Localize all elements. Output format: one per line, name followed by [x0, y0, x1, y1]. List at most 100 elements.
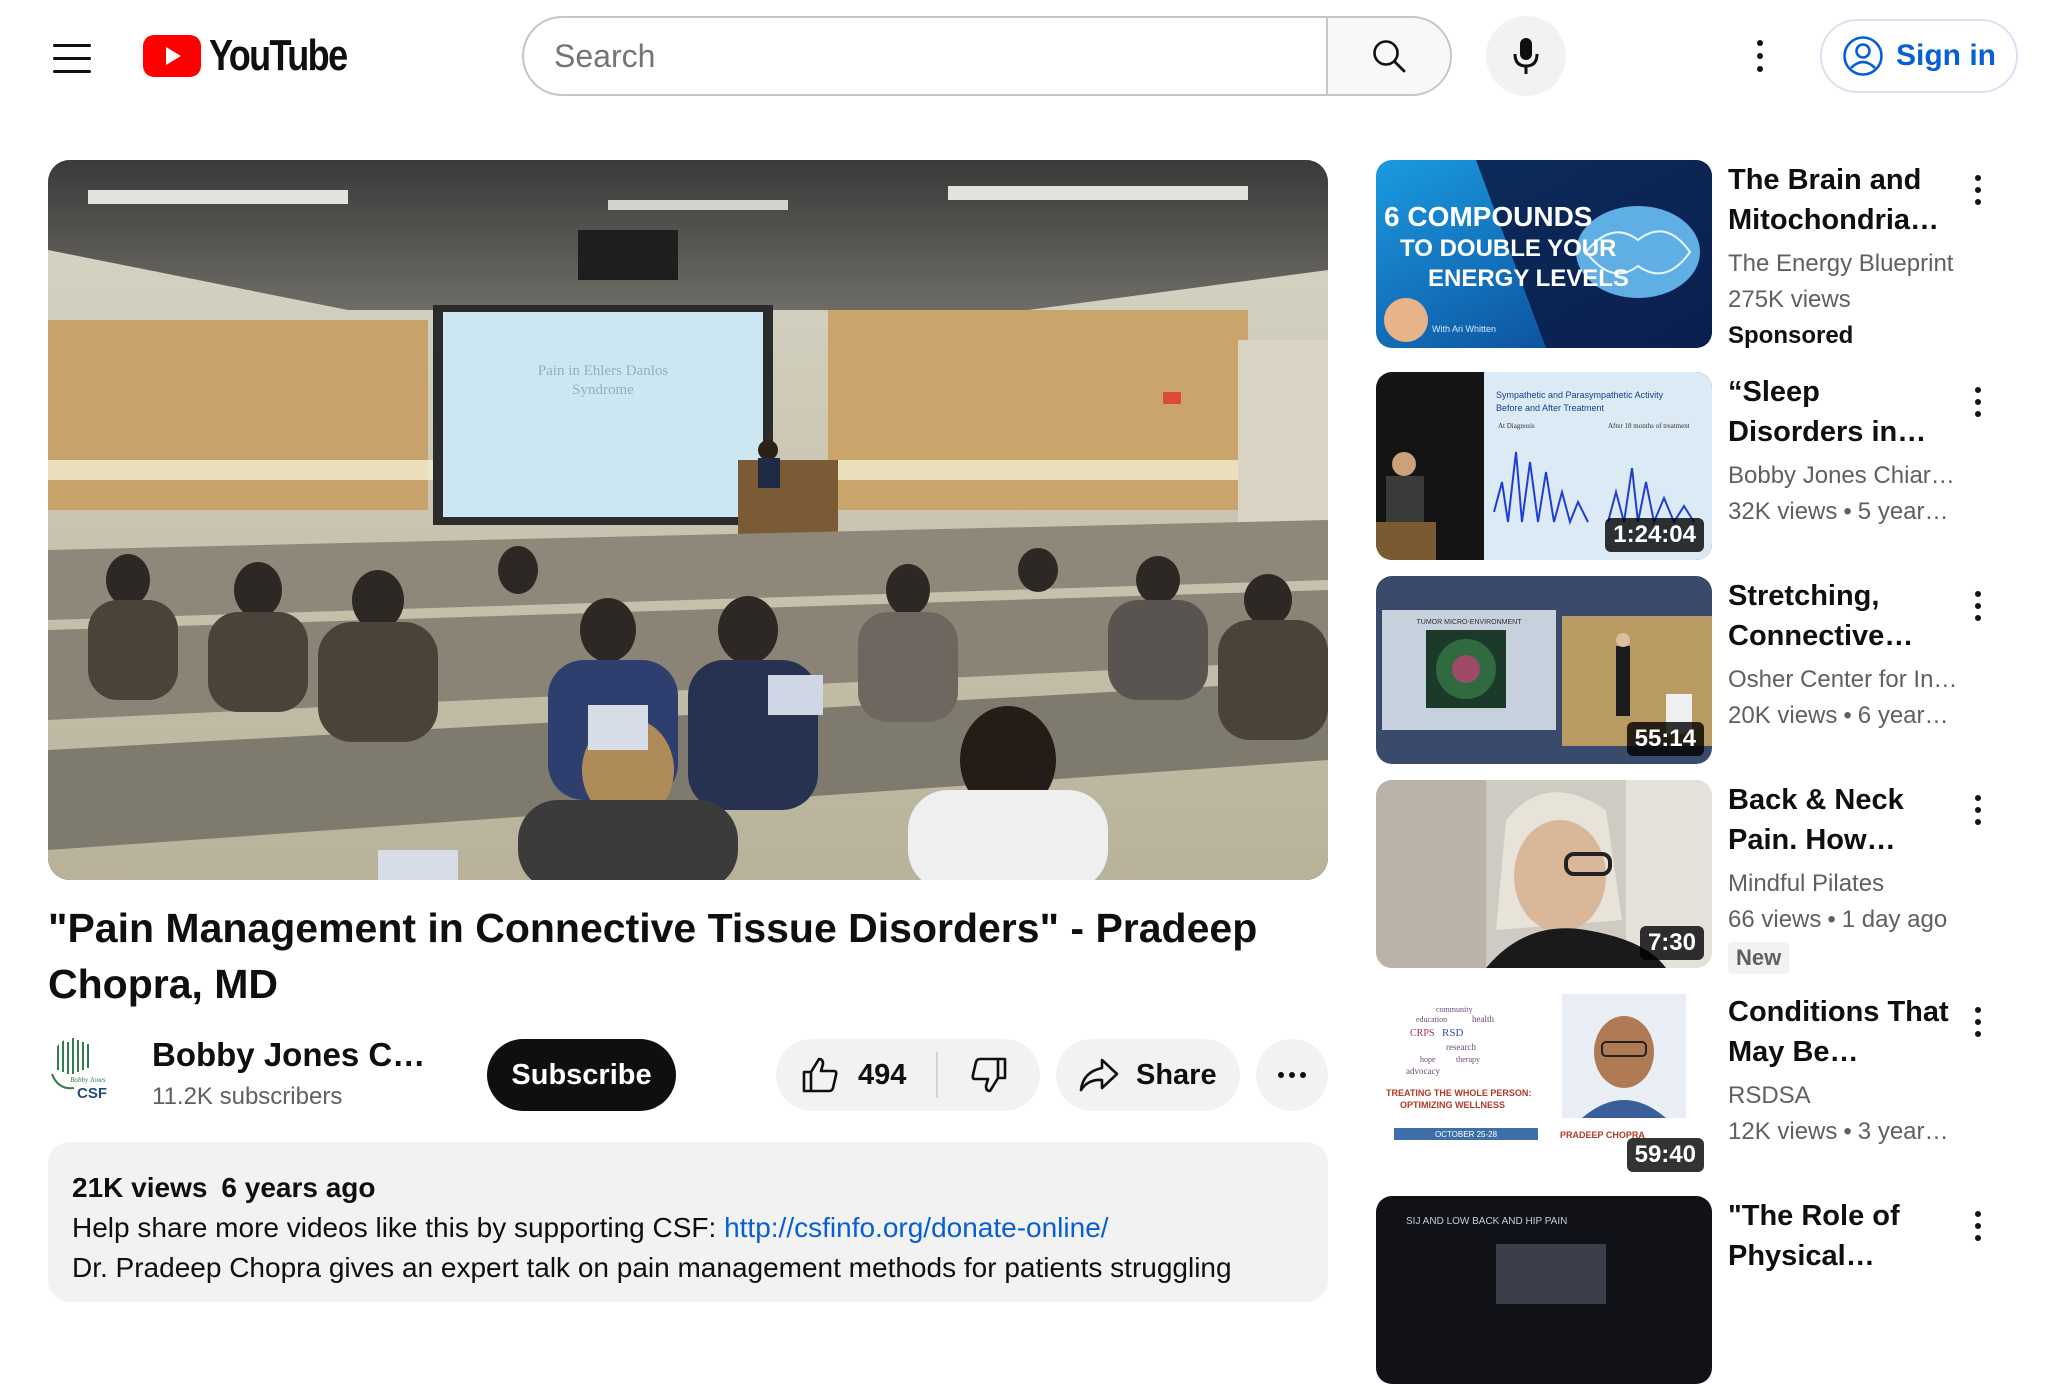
sign-in-label: Sign in — [1896, 39, 1996, 72]
thumbs-up-icon — [802, 1057, 838, 1093]
menu-button[interactable] — [44, 30, 100, 86]
donate-link[interactable]: http://csfinfo.org/donate-online/ — [724, 1212, 1108, 1243]
video-thumbnail[interactable]: 6 COMPOUNDS TO DOUBLE YOUR ENERGY LEVELS… — [1376, 160, 1712, 348]
svg-text:research: research — [1446, 1042, 1476, 1052]
video-title: Stretching, Connective Tissue, and Cance… — [1728, 580, 1885, 652]
thumb-line3: OCTOBER 25-28 — [1435, 1130, 1498, 1139]
video-thumbnail[interactable]: 7:30 — [1376, 780, 1712, 968]
voice-search-button[interactable] — [1486, 16, 1566, 96]
separator-dot: • — [1827, 906, 1836, 933]
dot — [1289, 1072, 1295, 1078]
avatar-text-line2: CSF — [77, 1085, 107, 1102]
account-circle-icon — [1843, 36, 1883, 76]
upload-age: 6 years ago — [221, 1172, 376, 1203]
video-stats: 12K views•3 years ago — [1728, 1114, 1958, 1150]
video-options-button[interactable] — [1966, 786, 1990, 834]
thumb-small: With Ari Whitten — [1432, 324, 1496, 334]
dot — [1278, 1072, 1284, 1078]
dot — [1975, 187, 1981, 193]
upload-age: 5 years ago — [1857, 498, 1958, 525]
video-options-button[interactable] — [1966, 378, 1990, 426]
description-text: Help share more videos like this by supp… — [72, 1212, 725, 1243]
sign-in-button[interactable]: Sign in — [1820, 19, 2018, 93]
search-bar — [522, 16, 1452, 96]
thumb-line1: TUMOR MICRO-ENVIRONMENT — [1417, 619, 1523, 626]
video-thumbnail[interactable]: Sympathetic and Parasympathetic Activity… — [1376, 372, 1712, 560]
svg-text:hope: hope — [1420, 1055, 1436, 1064]
video-stats: 66 views • 1 day ago — [1728, 902, 1958, 938]
youtube-play-icon — [143, 35, 201, 77]
search-box — [522, 16, 1327, 96]
video-thumbnail[interactable]: TUMOR MICRO-ENVIRONMENT 55:14 — [1376, 576, 1712, 764]
slide-text-line2: Syndrome — [572, 382, 634, 398]
related-video-item[interactable]: TUMOR MICRO-ENVIRONMENT 55:14 Stretching… — [1376, 576, 2016, 764]
dot — [1975, 199, 1981, 205]
view-count: 12K views — [1728, 1118, 1838, 1145]
share-icon — [1079, 1058, 1119, 1092]
video-title: "Pain Management in Connective Tissue Di… — [48, 905, 1258, 1007]
svg-text:health: health — [1472, 1014, 1494, 1024]
dot — [1975, 387, 1981, 393]
sponsored-label: Sponsored — [1728, 322, 1854, 349]
youtube-logo[interactable]: YouTube — [143, 34, 377, 78]
related-video-item[interactable]: 6 COMPOUNDS TO DOUBLE YOUR ENERGY LEVELS… — [1376, 160, 2016, 349]
video-info: Back & Neck Pain. How Rolling Down Helps… — [1728, 780, 1958, 974]
video-title: “Sleep Disorders in Ehlers-Danlos Syndro… — [1728, 376, 1898, 448]
share-label: Share — [1136, 1058, 1217, 1091]
video-options-button[interactable] — [1966, 1202, 1990, 1250]
csf-logo: Bobby Jones CSF — [51, 1038, 107, 1102]
description-box[interactable]: 21K views 6 years ago Help share more vid… — [48, 1142, 1328, 1302]
view-count: 32K views — [1728, 498, 1838, 525]
subscribe-button[interactable]: Subscribe — [487, 1039, 676, 1111]
thumb-line2: Before and After Treatment — [1496, 403, 1605, 413]
view-count: 21K views — [72, 1172, 208, 1203]
channel-name: Osher Center for Integrative Health — [1728, 666, 1958, 693]
svg-text:community: community — [1436, 1005, 1472, 1014]
video-duration: 7:30 — [1639, 926, 1704, 960]
dot — [1975, 1007, 1981, 1013]
thumb-line2: OPTIMIZING WELLNESS — [1400, 1100, 1505, 1110]
slide-text-line1: Pain in Ehlers Danlos — [538, 363, 669, 379]
channel-avatar[interactable]: Bobby Jones CSF — [48, 1034, 120, 1106]
share-button[interactable]: Share — [1056, 1039, 1240, 1111]
thumb-line4: After 18 months of treatment — [1608, 422, 1690, 430]
channel-name[interactable]: Bobby Jones Chiari & Syringomyelia Found… — [152, 1036, 442, 1074]
related-video-item[interactable]: SIJ AND LOW BACK AND HIP PAIN "The Role … — [1376, 1196, 2016, 1384]
channel-name: Bobby Jones Chiari & Syringomyelia Found… — [1728, 462, 1958, 489]
video-thumbnail[interactable]: community education health CRPS RSD resear… — [1376, 992, 1712, 1180]
dot — [1975, 1019, 1981, 1025]
dot — [1975, 411, 1981, 417]
thumb-line2: TO DOUBLE YOUR — [1400, 235, 1616, 262]
like-dislike-group: 494 — [776, 1039, 1040, 1111]
dot — [1975, 807, 1981, 813]
settings-menu-button[interactable] — [1740, 28, 1780, 84]
thumb-line1: SIJ AND LOW BACK AND HIP PAIN — [1406, 1216, 1567, 1227]
video-player[interactable]: Pain in Ehlers Danlos Syndrome — [48, 160, 1328, 880]
separator-dot: • — [1843, 1118, 1852, 1145]
video-stats: 32K views•5 years ago — [1728, 494, 1958, 530]
dot — [1757, 66, 1763, 72]
related-video-item[interactable]: community education health CRPS RSD resear… — [1376, 992, 2016, 1180]
channel-name: The Energy Blueprint — [1728, 250, 1954, 277]
video-options-button[interactable] — [1966, 582, 1990, 630]
dot — [1757, 53, 1763, 59]
dislike-button[interactable] — [938, 1039, 1040, 1111]
like-button[interactable]: 494 — [776, 1039, 936, 1111]
dot — [1975, 615, 1981, 621]
subscriber-count: 11.2K subscribers — [152, 1083, 343, 1110]
search-button[interactable] — [1326, 16, 1452, 96]
video-thumbnail[interactable]: SIJ AND LOW BACK AND HIP PAIN — [1376, 1196, 1712, 1384]
related-video-item[interactable]: Sympathetic and Parasympathetic Activity… — [1376, 372, 2016, 560]
svg-text:CRPS: CRPS — [1410, 1028, 1434, 1039]
video-options-button[interactable] — [1966, 998, 1990, 1046]
video-info: Conditions That May Be Associated with C… — [1728, 992, 1958, 1150]
related-video-item[interactable]: 7:30 Back & Neck Pain. How Rolling Down … — [1376, 780, 2016, 974]
upload-age: 1 day ago — [1841, 906, 1948, 933]
new-badge: New — [1728, 942, 1790, 974]
dot — [1975, 1223, 1981, 1229]
dot — [1975, 399, 1981, 405]
more-actions-button[interactable] — [1256, 1039, 1328, 1111]
svg-text:RSD: RSD — [1442, 1027, 1463, 1039]
video-options-button[interactable] — [1966, 166, 1990, 214]
search-input[interactable] — [554, 37, 1327, 75]
